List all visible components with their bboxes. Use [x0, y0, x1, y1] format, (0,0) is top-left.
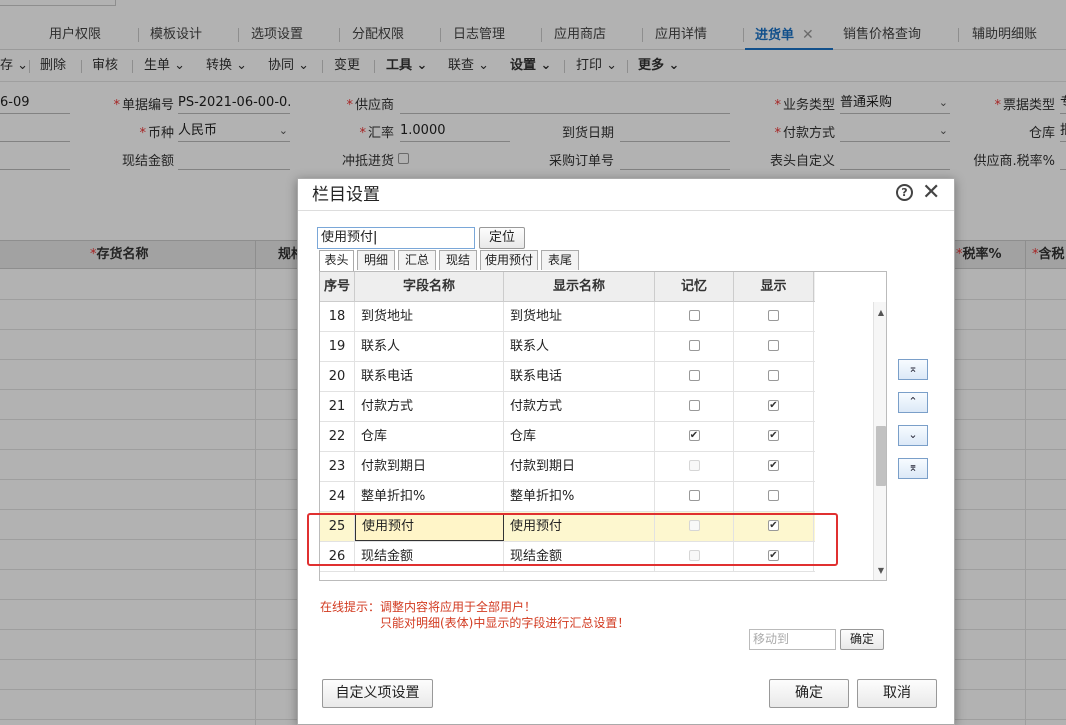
memory-cell — [655, 422, 734, 452]
memory-cell — [655, 452, 734, 482]
custom-fields-button[interactable]: 自定义项设置 — [322, 679, 433, 708]
tab-prepay-section[interactable]: 使用预付 — [480, 250, 538, 270]
show-cell — [734, 422, 814, 452]
memory-checkbox[interactable] — [688, 370, 700, 381]
table-scrollbar[interactable]: ▲ ▼ — [873, 302, 886, 580]
display-name-cell[interactable]: 联系电话 — [504, 362, 655, 392]
show-cell — [734, 392, 814, 422]
table-row[interactable]: 19 联系人 联系人 — [320, 332, 815, 362]
tab-cash-section[interactable]: 现结 — [439, 250, 477, 270]
display-name-cell[interactable]: 付款到期日 — [504, 452, 655, 482]
online-tip-line2: 只能对明细(表体)中显示的字段进行汇总设置！ — [380, 616, 630, 630]
field-name-cell[interactable]: 联系电话 — [355, 362, 504, 392]
memory-checkbox — [688, 460, 700, 471]
help-icon[interactable]: ? — [896, 184, 913, 201]
memory-cell — [655, 482, 734, 512]
tab-detail-section[interactable]: 明细 — [357, 250, 395, 270]
table-row[interactable]: 21 付款方式 付款方式 — [320, 392, 815, 422]
show-cell — [734, 362, 814, 392]
scroll-down-icon[interactable]: ▼ — [874, 564, 886, 578]
memory-checkbox[interactable] — [688, 340, 700, 351]
field-name-cell[interactable]: 付款方式 — [355, 392, 504, 422]
show-checkbox[interactable] — [768, 310, 779, 321]
col-show-header: 显示 — [734, 272, 814, 302]
display-name-cell[interactable]: 联系人 — [504, 332, 655, 362]
memory-cell — [655, 392, 734, 422]
row-number: 23 — [320, 452, 355, 482]
cancel-button[interactable]: 取消 — [857, 679, 937, 708]
memory-cell — [655, 362, 734, 392]
table-row[interactable]: 23 付款到期日 付款到期日 — [320, 452, 815, 482]
field-name-cell[interactable]: 仓库 — [355, 422, 504, 452]
show-cell — [734, 332, 814, 362]
row-number: 22 — [320, 422, 355, 452]
show-cell — [734, 452, 814, 482]
col-field-header: 字段名称 — [355, 272, 504, 302]
table-row[interactable]: 22 仓库 仓库 — [320, 422, 815, 452]
memory-cell — [655, 332, 734, 362]
table-row[interactable]: 24 整单折扣% 整单折扣% — [320, 482, 815, 512]
scroll-thumb[interactable] — [876, 426, 886, 486]
show-checkbox[interactable] — [768, 490, 779, 501]
move-up-button[interactable]: ⌃ — [898, 392, 928, 413]
show-checkbox[interactable] — [768, 460, 779, 471]
tab-footer-section[interactable]: 表尾 — [541, 250, 579, 270]
memory-checkbox[interactable] — [688, 490, 700, 501]
ok-button[interactable]: 确定 — [769, 679, 849, 708]
show-cell — [734, 302, 814, 332]
col-display-header: 显示名称 — [504, 272, 655, 302]
field-name-cell[interactable]: 到货地址 — [355, 302, 504, 332]
column-settings-dialog: 栏目设置 ? ✕ 使用预付| 定位 表头 明细 汇总 现结 使用预付 表尾 序号… — [297, 178, 955, 725]
table-row[interactable]: 20 联系电话 联系电话 — [320, 362, 815, 392]
display-name-cell[interactable]: 到货地址 — [504, 302, 655, 332]
title-divider — [298, 210, 954, 211]
display-name-cell[interactable]: 仓库 — [504, 422, 655, 452]
row-number: 21 — [320, 392, 355, 422]
show-cell — [734, 482, 814, 512]
field-name-cell[interactable]: 整单折扣% — [355, 482, 504, 512]
close-icon[interactable]: ✕ — [922, 181, 940, 205]
memory-checkbox[interactable] — [688, 430, 700, 441]
field-name-cell[interactable]: 付款到期日 — [355, 452, 504, 482]
tab-summary-section[interactable]: 汇总 — [398, 250, 436, 270]
row-number: 20 — [320, 362, 355, 392]
highlight-annotation — [307, 513, 838, 566]
move-top-button[interactable]: ⌅ — [898, 359, 928, 380]
show-checkbox[interactable] — [768, 340, 779, 351]
show-checkbox[interactable] — [768, 430, 779, 441]
memory-checkbox[interactable] — [688, 310, 700, 321]
show-checkbox[interactable] — [768, 400, 779, 411]
move-down-button[interactable]: ⌄ — [898, 425, 928, 446]
tab-header-section[interactable]: 表头 — [319, 250, 354, 271]
field-table-header: 序号 字段名称 显示名称 记忆 显示 — [320, 272, 815, 302]
row-number: 24 — [320, 482, 355, 512]
memory-checkbox[interactable] — [688, 400, 700, 411]
dialog-title: 栏目设置 — [312, 185, 380, 205]
col-memory-header: 记忆 — [655, 272, 734, 302]
move-to-input[interactable]: 移动到 — [749, 629, 836, 650]
field-search-input[interactable]: 使用预付| — [317, 227, 475, 249]
scroll-up-icon[interactable]: ▲ — [874, 306, 886, 320]
online-tip-line1: 在线提示：调整内容将应用于全部用户！ — [320, 600, 537, 614]
display-name-cell[interactable]: 付款方式 — [504, 392, 655, 422]
move-bottom-button[interactable]: ⌆ — [898, 458, 928, 479]
locate-button[interactable]: 定位 — [479, 227, 525, 249]
move-to-confirm-button[interactable]: 确定 — [840, 629, 884, 650]
display-name-cell[interactable]: 整单折扣% — [504, 482, 655, 512]
field-name-cell[interactable]: 联系人 — [355, 332, 504, 362]
table-row[interactable]: 18 到货地址 到货地址 — [320, 302, 815, 332]
col-no-header: 序号 — [320, 272, 355, 302]
memory-cell — [655, 302, 734, 332]
show-checkbox[interactable] — [768, 370, 779, 381]
row-number: 19 — [320, 332, 355, 362]
row-number: 18 — [320, 302, 355, 332]
